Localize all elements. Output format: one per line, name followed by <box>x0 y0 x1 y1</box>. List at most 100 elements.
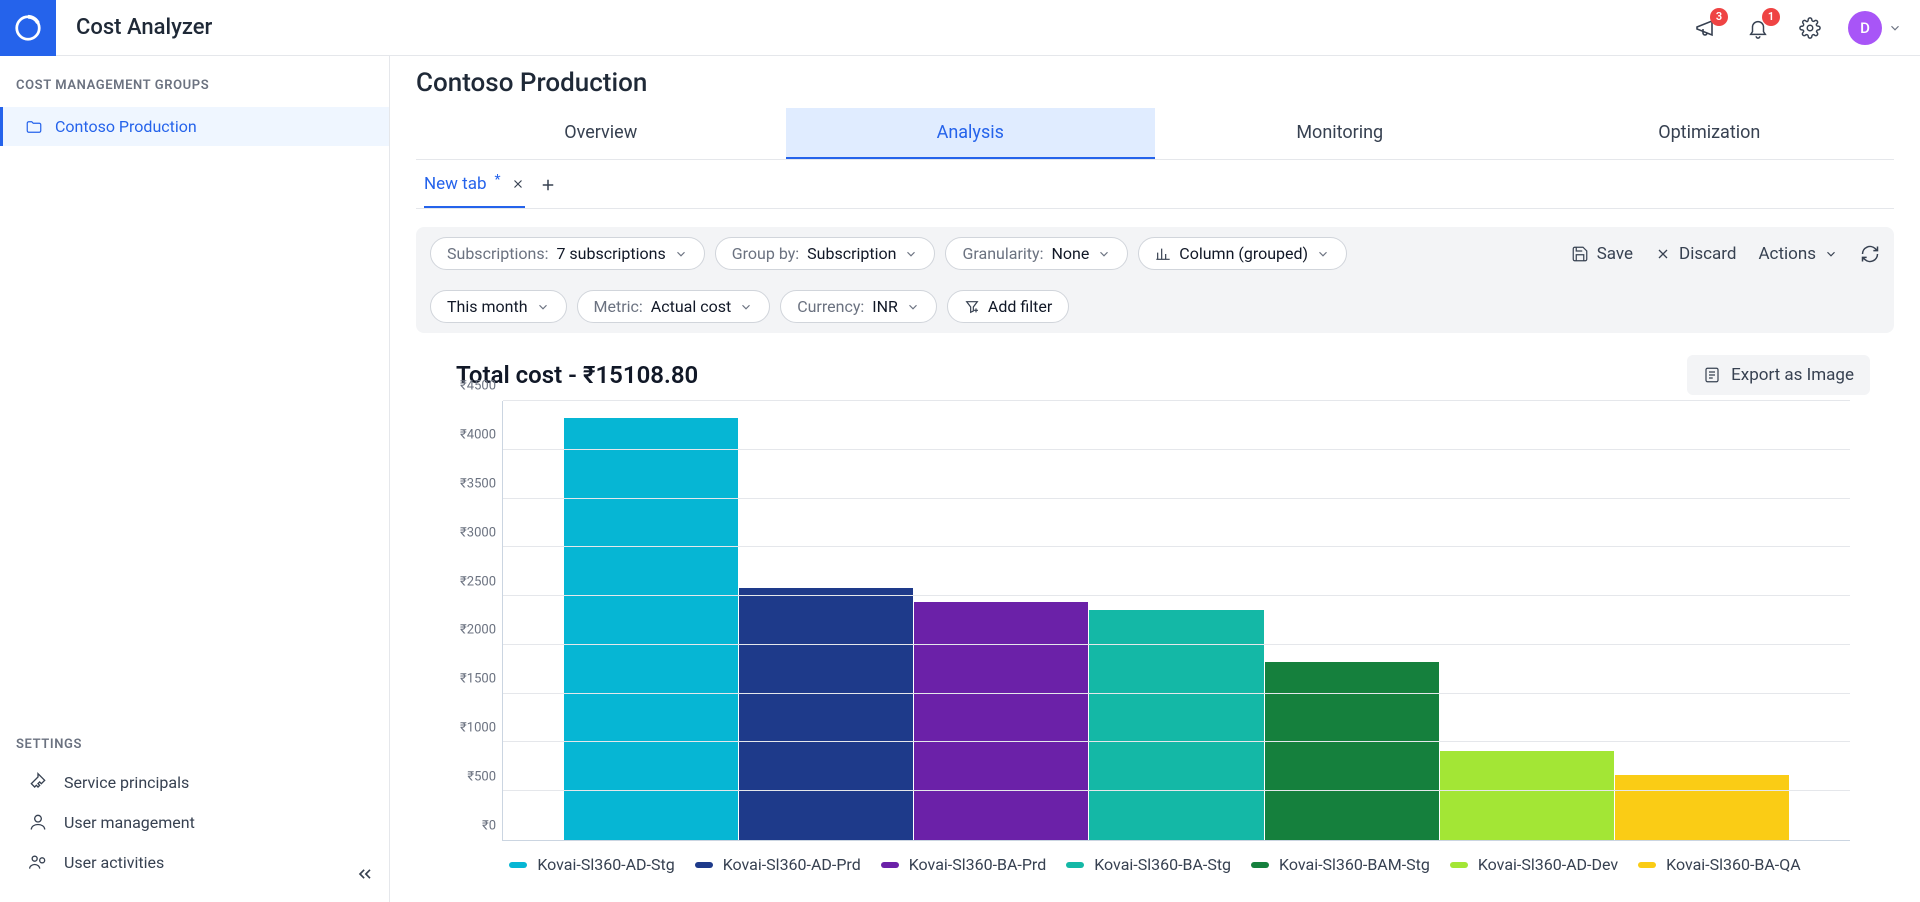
tab-monitoring[interactable]: Monitoring <box>1155 108 1525 159</box>
y-axis-tick: ₹2500 <box>460 574 496 589</box>
export-label: Export as Image <box>1731 365 1854 385</box>
header-right: 3 1 D <box>1692 11 1902 45</box>
legend-item[interactable]: Kovai-Sl360-BAM-Stg <box>1251 855 1430 874</box>
sidebar-item-label: Contoso Production <box>55 117 197 136</box>
chevron-down-icon <box>536 300 550 314</box>
chip-value: Subscription <box>807 244 896 263</box>
chevron-down-icon <box>1888 21 1902 35</box>
settings-item-label: User activities <box>64 853 164 872</box>
y-axis-tick: ₹4500 <box>460 379 496 394</box>
chevron-down-icon <box>904 247 918 261</box>
analysis-subtabs: New tab* <box>416 160 1894 209</box>
legend-label: Kovai-Sl360-BA-QA <box>1666 855 1801 874</box>
announcements-button[interactable]: 3 <box>1692 14 1720 42</box>
grid-line <box>503 741 1850 742</box>
add-subtab-button[interactable] <box>539 176 557 206</box>
settings-gear-button[interactable] <box>1796 14 1824 42</box>
chart-canvas: ₹0₹500₹1000₹1500₹2000₹2500₹3000₹3500₹400… <box>420 401 1890 841</box>
chart-bar[interactable] <box>1440 751 1614 840</box>
close-icon <box>1655 246 1671 262</box>
action-label: Save <box>1597 244 1633 264</box>
chip-value: None <box>1051 244 1089 263</box>
chart-bar[interactable] <box>739 588 913 840</box>
user-menu[interactable]: D <box>1848 11 1902 45</box>
collapse-sidebar-button[interactable] <box>355 864 375 884</box>
settings-service-principals[interactable]: Service principals <box>0 762 389 802</box>
legend-item[interactable]: Kovai-Sl360-AD-Prd <box>695 855 861 874</box>
key-icon <box>28 772 48 792</box>
add-filter-button[interactable]: Add filter <box>947 290 1069 323</box>
action-label: Discard <box>1679 244 1736 264</box>
filter-subscriptions[interactable]: Subscriptions: 7 subscriptions <box>430 237 705 270</box>
sidebar-settings-section: SETTINGS Service principals User managem… <box>0 717 389 902</box>
save-button[interactable]: Save <box>1571 244 1633 264</box>
filter-visualization[interactable]: Column (grouped) <box>1138 237 1347 270</box>
filter-period[interactable]: This month <box>430 290 567 323</box>
chip-label: Metric: <box>594 297 643 316</box>
chart-bar[interactable] <box>914 602 1088 840</box>
chart-bar[interactable] <box>1265 662 1439 840</box>
notifications-badge: 1 <box>1762 8 1780 26</box>
tab-overview[interactable]: Overview <box>416 108 786 159</box>
legend-label: Kovai-Sl360-BA-Stg <box>1094 855 1231 874</box>
page-title: Contoso Production <box>416 68 1894 98</box>
chevron-double-left-icon <box>355 864 375 884</box>
notifications-button[interactable]: 1 <box>1744 14 1772 42</box>
chip-label: Granularity: <box>962 244 1043 263</box>
tab-optimization[interactable]: Optimization <box>1525 108 1895 159</box>
filter-bar: Subscriptions: 7 subscriptions Group by:… <box>416 227 1894 333</box>
y-axis-tick: ₹3000 <box>460 525 496 540</box>
legend-item[interactable]: Kovai-Sl360-BA-Stg <box>1066 855 1231 874</box>
chart-bar[interactable] <box>1615 775 1789 840</box>
refresh-icon <box>1860 244 1880 264</box>
y-axis-tick: ₹500 <box>467 770 496 785</box>
sidebar: COST MANAGEMENT GROUPS Contoso Productio… <box>0 56 390 902</box>
settings-user-activities[interactable]: User activities <box>0 842 389 882</box>
legend-swatch <box>1066 862 1084 868</box>
folder-icon <box>25 118 43 136</box>
close-icon <box>511 177 525 191</box>
filter-groupby[interactable]: Group by: Subscription <box>715 237 936 270</box>
grid-line <box>503 644 1850 645</box>
legend-item[interactable]: Kovai-Sl360-BA-QA <box>1638 855 1801 874</box>
action-label: Actions <box>1758 244 1816 264</box>
chart-area: Total cost - ₹15108.80 Export as Image ₹… <box>416 355 1894 880</box>
filter-metric[interactable]: Metric: Actual cost <box>577 290 771 323</box>
export-image-button[interactable]: Export as Image <box>1687 355 1870 395</box>
tab-analysis[interactable]: Analysis <box>786 108 1156 159</box>
bar-chart-icon <box>1155 246 1171 262</box>
y-axis-tick: ₹2000 <box>460 623 496 638</box>
grid-line <box>503 400 1850 401</box>
filter-granularity[interactable]: Granularity: None <box>945 237 1128 270</box>
y-axis-tick: ₹1000 <box>460 721 496 736</box>
settings-heading: SETTINGS <box>0 727 389 762</box>
chart-bar[interactable] <box>564 418 738 840</box>
legend-swatch <box>1638 862 1656 868</box>
chart-legend: Kovai-Sl360-AD-Stg Kovai-Sl360-AD-Prd Kova… <box>420 841 1890 880</box>
legend-item[interactable]: Kovai-Sl360-BA-Prd <box>881 855 1047 874</box>
sidebar-item-contoso-production[interactable]: Contoso Production <box>0 107 389 146</box>
chevron-down-icon <box>1097 247 1111 261</box>
users-icon <box>28 852 48 872</box>
chevron-down-icon <box>739 300 753 314</box>
actions-menu[interactable]: Actions <box>1758 244 1838 264</box>
filter-currency[interactable]: Currency: INR <box>780 290 937 323</box>
subtab-close-button[interactable] <box>511 177 525 191</box>
grid-line <box>503 595 1850 596</box>
legend-item[interactable]: Kovai-Sl360-AD-Dev <box>1450 855 1618 874</box>
refresh-button[interactable] <box>1860 244 1880 264</box>
legend-item[interactable]: Kovai-Sl360-AD-Stg <box>509 855 674 874</box>
settings-item-label: Service principals <box>64 773 189 792</box>
app-title: Cost Analyzer <box>76 15 212 40</box>
header-left: Cost Analyzer <box>18 0 212 56</box>
chevron-down-icon <box>1824 247 1838 261</box>
grid-line <box>503 790 1850 791</box>
grid-line <box>503 546 1850 547</box>
y-axis-tick: ₹3500 <box>460 476 496 491</box>
subtab-new-tab[interactable]: New tab* <box>424 174 525 208</box>
discard-button[interactable]: Discard <box>1655 244 1736 264</box>
chevron-down-icon <box>906 300 920 314</box>
chart-header: Total cost - ₹15108.80 Export as Image <box>420 355 1890 401</box>
settings-user-management[interactable]: User management <box>0 802 389 842</box>
legend-swatch <box>695 862 713 868</box>
